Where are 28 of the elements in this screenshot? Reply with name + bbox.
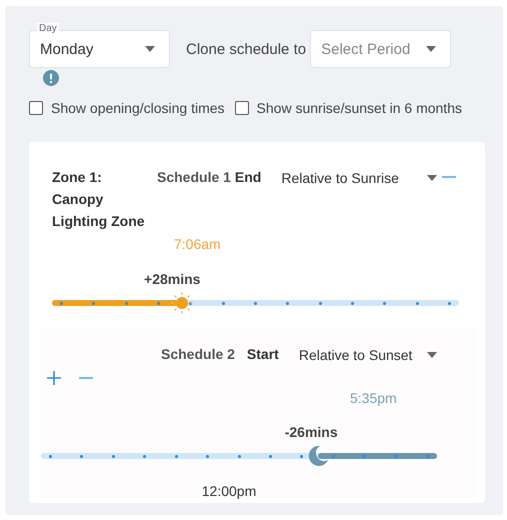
sun-icon[interactable] [170, 291, 194, 315]
minus-icon[interactable] [442, 176, 456, 178]
caret-icon [426, 46, 436, 52]
warning-icon [43, 70, 59, 86]
time-slider[interactable] [41, 444, 437, 468]
offset-label: -26mins [284, 424, 338, 440]
clone-label: Clone schedule to [186, 40, 306, 58]
checkbox-option[interactable]: Show sunrise/sunset in 6 months [234, 100, 462, 116]
time-slider[interactable] [52, 291, 459, 315]
event-time: 5:35pm [350, 390, 397, 406]
event-time: 7:06am [174, 236, 221, 252]
caret-icon [427, 352, 437, 358]
mode-select[interactable]: Relative to Sunrise [281, 166, 438, 189]
field-label: Day [37, 23, 59, 35]
footer-time: 12:00pm [200, 483, 258, 499]
schedule-title: Schedule 2 [161, 345, 235, 364]
offset-label: +28mins [144, 271, 200, 287]
schedule-title: Schedule 1 [157, 168, 231, 187]
moon-icon[interactable] [306, 444, 330, 468]
period-select[interactable]: Select Period [310, 30, 452, 68]
checkbox-option[interactable]: Show opening/closing times [29, 100, 225, 116]
mode-select[interactable]: Relative to Sunset [298, 343, 437, 366]
caret-icon [427, 174, 438, 180]
schedule-event: Start [246, 345, 279, 364]
zone-name: Zone 1: Canopy Lighting Zone [52, 168, 146, 231]
caret-icon [145, 46, 155, 52]
schedule-event: End [234, 168, 262, 187]
plus-icon[interactable] [46, 370, 62, 386]
